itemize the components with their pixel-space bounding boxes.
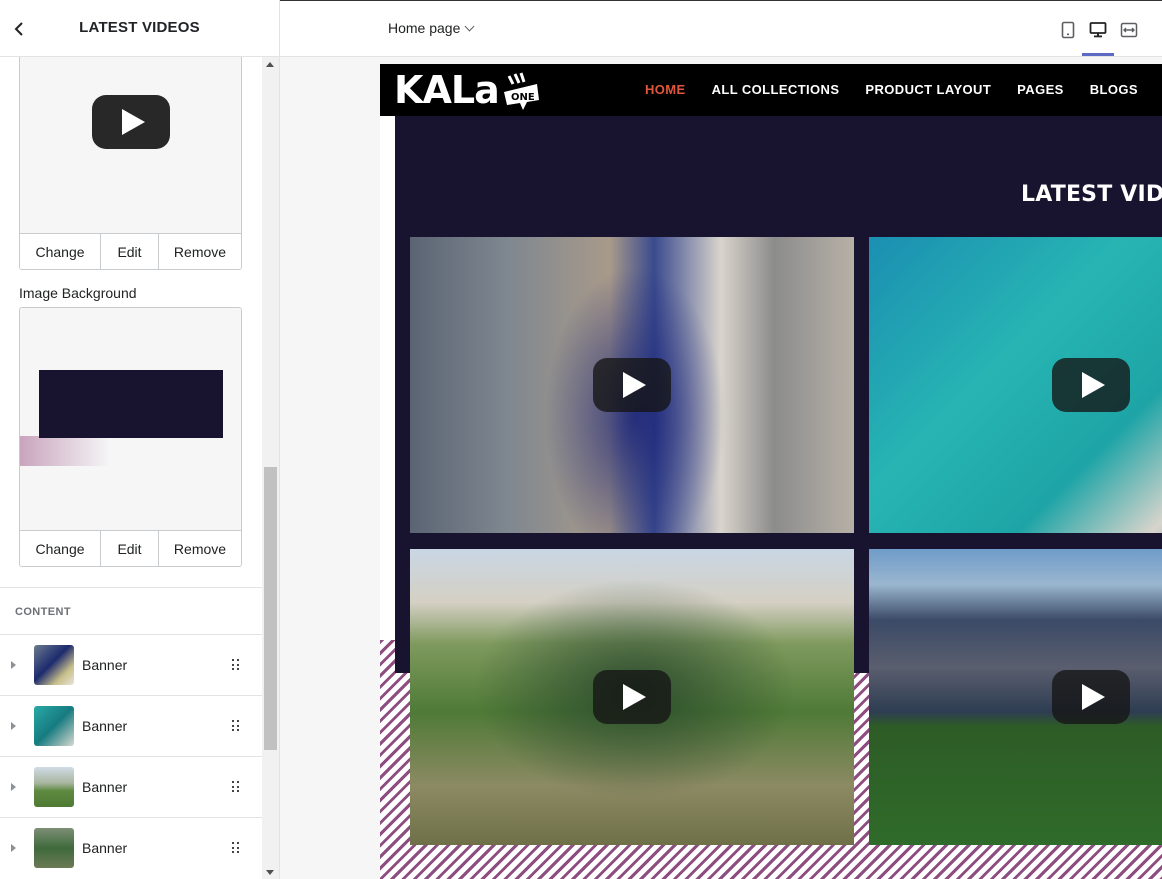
block-row[interactable]: Banner [0, 695, 262, 756]
image-background-label: Image Background [19, 285, 137, 301]
sidebar-header: LATEST VIDEOS [0, 0, 279, 57]
mobile-view-icon[interactable] [1053, 13, 1083, 47]
block-row[interactable]: Banner [0, 817, 262, 878]
block-thumbnail [34, 645, 74, 685]
block-label: Banner [82, 779, 128, 795]
section-heading: LATEST VIDEOS [1021, 182, 1162, 207]
chevron-down-icon [464, 21, 475, 31]
svg-text:ONE: ONE [511, 92, 535, 103]
nav-blogs[interactable]: BLOGS [1090, 82, 1138, 97]
preview-toolbar: Home page [280, 0, 1162, 57]
video-card-runner[interactable] [410, 237, 854, 533]
block-thumbnail [34, 706, 74, 746]
nav-product-layout[interactable]: PRODUCT LAYOUT [865, 82, 991, 97]
drag-handle-icon[interactable] [232, 842, 240, 854]
block-label: Banner [82, 718, 128, 734]
theme-preview: KALa ONE HOME ALL COLLECTIONS PRODUCT LA… [280, 57, 1162, 879]
remove-image-button[interactable]: Remove [159, 234, 241, 269]
video-image-picker: Change Edit Remove [19, 57, 242, 270]
video-card-pool[interactable] [869, 237, 1162, 533]
site-header: KALa ONE HOME ALL COLLECTIONS PRODUCT LA… [380, 64, 1162, 116]
logo-badge-icon: ONE [503, 72, 539, 110]
caret-right-icon[interactable] [11, 844, 16, 852]
caret-right-icon[interactable] [11, 722, 16, 730]
remove-image-button[interactable]: Remove [159, 531, 241, 566]
block-label: Banner [82, 657, 128, 673]
sidebar-scrollbar[interactable] [262, 57, 279, 879]
active-view-indicator [1082, 53, 1114, 56]
editor-sidebar: LATEST VIDEOS Change Edit Remove Image B… [0, 0, 280, 879]
change-image-button[interactable]: Change [20, 531, 101, 566]
youtube-play-icon [92, 95, 170, 149]
nav-all-collections[interactable]: ALL COLLECTIONS [712, 82, 840, 97]
bg-image-dark-block [39, 370, 223, 438]
content-section: CONTENT Banner Banner Banner Banner [0, 587, 262, 879]
drag-handle-icon[interactable] [232, 659, 240, 671]
youtube-play-icon[interactable] [593, 670, 671, 724]
caret-right-icon[interactable] [11, 661, 16, 669]
page-select-dropdown[interactable]: Home page [388, 20, 475, 36]
caret-right-icon[interactable] [11, 783, 16, 791]
drag-handle-icon[interactable] [232, 720, 240, 732]
edit-image-button[interactable]: Edit [101, 234, 159, 269]
youtube-play-icon[interactable] [593, 358, 671, 412]
desktop-view-icon[interactable] [1083, 13, 1113, 47]
block-row[interactable]: Banner [0, 756, 262, 817]
block-row[interactable]: Banner [0, 634, 262, 695]
block-label: Banner [82, 840, 128, 856]
video-card-stadium[interactable] [869, 549, 1162, 845]
bg-image-stripe [20, 436, 110, 466]
background-image-preview[interactable] [20, 308, 241, 530]
youtube-play-icon[interactable] [1052, 670, 1130, 724]
video-card-rugby[interactable] [410, 549, 854, 845]
sidebar-title: LATEST VIDEOS [79, 19, 200, 36]
sidebar-scroll-area: Change Edit Remove Image Background Chan… [0, 57, 262, 879]
content-section-title: CONTENT [15, 606, 71, 618]
scrollbar-thumb[interactable] [264, 467, 277, 750]
youtube-play-icon[interactable] [1052, 358, 1130, 412]
change-image-button[interactable]: Change [20, 234, 101, 269]
main-navigation: HOME ALL COLLECTIONS PRODUCT LAYOUT PAGE… [645, 82, 1162, 97]
page-select-label: Home page [388, 20, 461, 36]
nav-pages[interactable]: PAGES [1017, 82, 1064, 97]
logo-text: KALa [394, 68, 500, 112]
background-image-picker: Change Edit Remove [19, 307, 242, 567]
storefront-page: KALa ONE HOME ALL COLLECTIONS PRODUCT LA… [380, 64, 1162, 879]
site-logo[interactable]: KALa ONE [394, 70, 541, 110]
scroll-up-icon[interactable] [266, 62, 274, 67]
block-thumbnail [34, 828, 74, 868]
nav-home[interactable]: HOME [645, 82, 686, 97]
video-image-preview[interactable] [20, 57, 241, 233]
full-width-view-icon[interactable] [1114, 13, 1144, 47]
drag-handle-icon[interactable] [232, 781, 240, 793]
edit-image-button[interactable]: Edit [101, 531, 159, 566]
block-thumbnail [34, 767, 74, 807]
scroll-down-icon[interactable] [266, 870, 274, 875]
